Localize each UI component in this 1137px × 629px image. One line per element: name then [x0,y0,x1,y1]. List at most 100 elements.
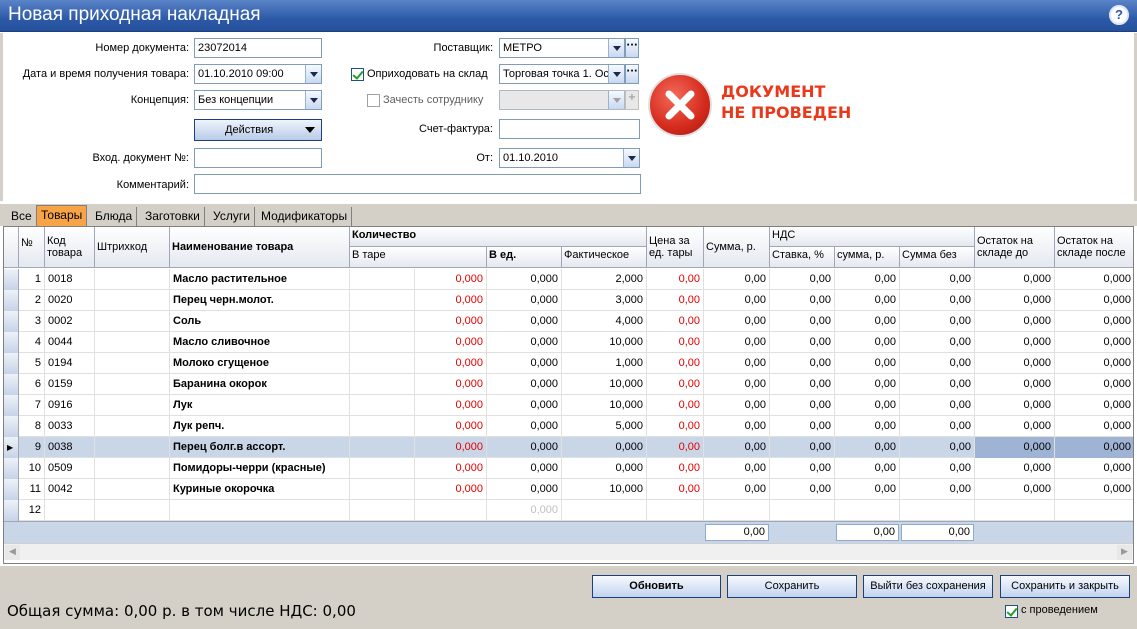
row-selector[interactable] [4,458,19,479]
cell-tare[interactable] [350,290,415,311]
cell-barcode[interactable] [95,374,170,395]
cell-vsum[interactable]: 0,00 [835,416,900,437]
cell-red[interactable]: 0,000 [415,311,487,332]
cell-wo[interactable]: 0,00 [900,353,975,374]
chevron-down-icon[interactable] [305,91,321,109]
cell-units[interactable]: 0,000 [487,269,562,290]
store-more-button[interactable]: ··· [625,64,639,84]
tab-dishes[interactable]: Блюда [91,207,138,226]
cell-sum[interactable]: 0,00 [704,416,770,437]
cell-red[interactable]: 0,000 [415,332,487,353]
cell-rate[interactable]: 0,00 [770,269,835,290]
cell-after[interactable]: 0,000 [1055,332,1133,353]
cell-tare[interactable] [350,269,415,290]
cell-code[interactable]: 0033 [45,416,95,437]
cell-sum[interactable]: 0,00 [704,332,770,353]
row-selector[interactable]: ▶ [4,437,19,458]
cell-red[interactable]: 0,000 [415,479,487,500]
cell-name[interactable]: Масло растительное [170,269,350,290]
col-actual[interactable]: Фактическое [562,247,647,268]
col-code[interactable]: Код товара [45,227,95,268]
supplier-select[interactable]: МЕТРО [499,38,625,58]
cell-after[interactable]: 0,000 [1055,353,1133,374]
table-row[interactable]: 7 0916 Лук 0,000 0,000 10,000 0,00 0,00 0,00 0,00… [4,395,1133,416]
cell-n[interactable]: 12 [19,500,45,521]
doc-number-input[interactable]: 23072014 [194,38,322,58]
cell-sum[interactable]: 0,00 [704,374,770,395]
cell-n[interactable]: 7 [19,395,45,416]
cell-rate[interactable]: 0,00 [770,416,835,437]
cell-red[interactable]: 0,000 [415,374,487,395]
tab-modifiers[interactable]: Модификаторы [257,207,353,226]
cell-n[interactable]: 6 [19,374,45,395]
cell-price[interactable]: 0,00 [647,437,704,458]
cell-wo[interactable]: 0,00 [900,437,975,458]
scroll-right-icon[interactable]: ▶ [1117,545,1132,560]
cell-code[interactable]: 0018 [45,269,95,290]
cell-vsum[interactable]: 0,00 [835,269,900,290]
cell-n[interactable]: 11 [19,479,45,500]
row-selector[interactable] [4,479,19,500]
cell-rate[interactable]: 0,00 [770,332,835,353]
cell-red[interactable]: 0,000 [415,395,487,416]
cell-actual[interactable]: 10,000 [562,479,647,500]
cell-sum[interactable]: 0,00 [704,395,770,416]
cell-sum[interactable]: 0,00 [704,437,770,458]
cell-code[interactable]: 0916 [45,395,95,416]
cell-rate[interactable]: 0,00 [770,458,835,479]
cell-rate[interactable]: 0,00 [770,437,835,458]
cell-actual[interactable]: 10,000 [562,332,647,353]
col-vat-sum[interactable]: сумма, р. [835,247,900,268]
cell-barcode[interactable] [95,458,170,479]
cell-barcode[interactable] [95,395,170,416]
cell-tare[interactable] [350,353,415,374]
cell-before[interactable]: 0,000 [975,458,1055,479]
col-sum[interactable]: Сумма, р. [704,227,770,268]
cell-n[interactable]: 2 [19,290,45,311]
cell-vsum[interactable]: 0,00 [835,458,900,479]
cell-actual[interactable]: 1,000 [562,353,647,374]
cell-rate[interactable]: 0,00 [770,290,835,311]
store-checkbox[interactable] [351,68,364,81]
scroll-left-icon[interactable]: ◀ [5,545,20,560]
date-input[interactable]: 01.10.2010 09:00 [194,64,322,84]
cell-rate[interactable]: 0,00 [770,353,835,374]
cell-wo[interactable]: 0,00 [900,374,975,395]
table-row[interactable]: 4 0044 Масло сливочное 0,000 0,000 10,000 0,00… [4,332,1133,353]
cell-code[interactable]: 0020 [45,290,95,311]
cell-barcode[interactable] [95,290,170,311]
cell-wo[interactable] [900,500,975,521]
cell-n[interactable]: 10 [19,458,45,479]
cell-after[interactable]: 0,000 [1055,437,1133,458]
cell-red[interactable]: 0,000 [415,437,487,458]
cell-name[interactable]: Перец болг.в ассорт. [170,437,350,458]
cell-units[interactable]: 0,000 [487,458,562,479]
row-selector[interactable] [4,374,19,395]
in-doc-input[interactable] [194,148,322,168]
cell-barcode[interactable] [95,437,170,458]
cell-red[interactable]: 0,000 [415,458,487,479]
cell-tare[interactable] [350,479,415,500]
chevron-down-icon[interactable] [608,91,624,109]
cell-red[interactable]: 0,000 [415,416,487,437]
col-vat-rate[interactable]: Ставка, % [770,247,835,268]
chevron-down-icon[interactable] [623,149,639,167]
cell-sum[interactable]: 0,00 [704,311,770,332]
cell-before[interactable]: 0,000 [975,290,1055,311]
cell-name[interactable]: Лук репч. [170,416,350,437]
cell-vsum[interactable]: 0,00 [835,479,900,500]
cell-name[interactable]: Куриные окорочка [170,479,350,500]
cell-code[interactable]: 0159 [45,374,95,395]
cell-after[interactable]: 0,000 [1055,290,1133,311]
cell-n[interactable]: 8 [19,416,45,437]
cell-price[interactable]: 0,00 [647,332,704,353]
cell-units[interactable]: 0,000 [487,353,562,374]
cell-sum[interactable]: 0,00 [704,479,770,500]
table-row[interactable]: 6 0159 Баранина окорок 0,000 0,000 10,000 0,00… [4,374,1133,395]
actions-button[interactable]: Действия [194,119,322,141]
cell-actual[interactable]: 3,000 [562,290,647,311]
cell-n[interactable]: 4 [19,332,45,353]
cell-name[interactable]: Молоко сгущеное [170,353,350,374]
cell-wo[interactable]: 0,00 [900,395,975,416]
store-select[interactable]: Торговая точка 1. Ос [499,64,625,84]
